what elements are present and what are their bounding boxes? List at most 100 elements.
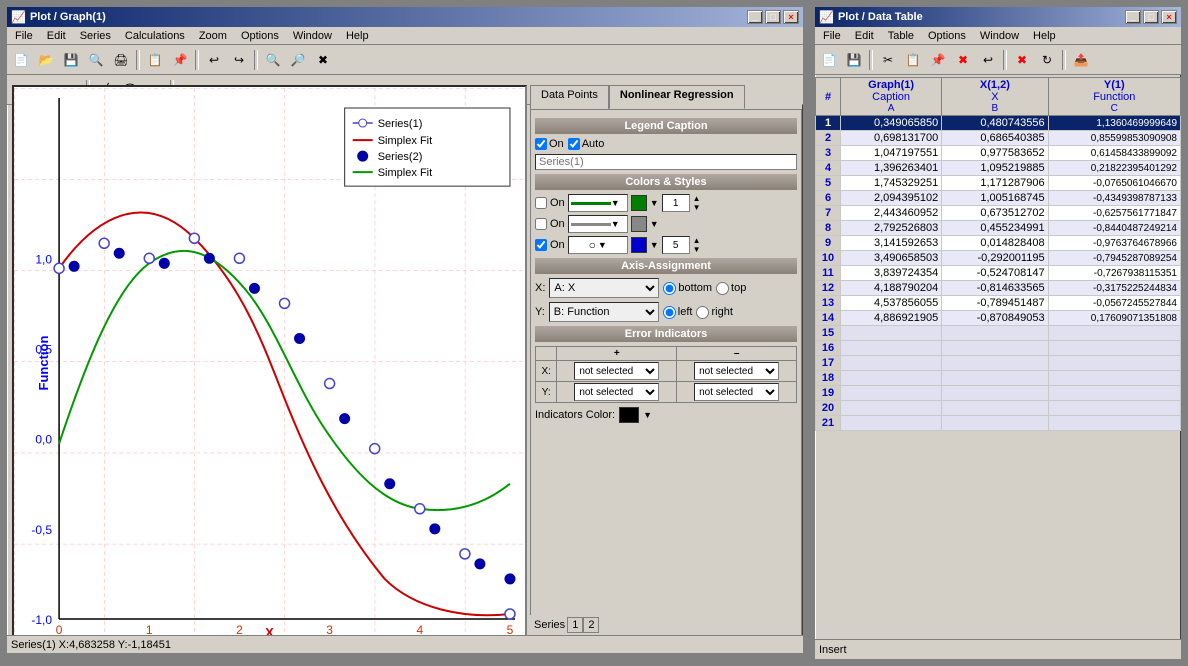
cell-c[interactable]: 0,61458433899092 bbox=[1048, 146, 1180, 161]
cell-b[interactable]: 0,686540385 bbox=[942, 131, 1048, 146]
cell-a[interactable]: 0,349065850 bbox=[841, 116, 942, 131]
cell-a[interactable]: 4,886921905 bbox=[841, 311, 942, 326]
new-button[interactable]: 📄 bbox=[9, 48, 33, 72]
open-button[interactable]: 📂 bbox=[34, 48, 58, 72]
close-button[interactable]: × bbox=[783, 10, 799, 24]
cell-c[interactable]: 0,17609071351808 bbox=[1048, 311, 1180, 326]
data-del2-btn[interactable]: ✖ bbox=[1010, 48, 1034, 72]
paste-button[interactable]: 📌 bbox=[168, 48, 192, 72]
data-menu-file[interactable]: File bbox=[817, 29, 847, 43]
zoom-out-button[interactable]: 🔎 bbox=[286, 48, 310, 72]
table-row[interactable]: 10,3490658500,4807435561,1360469999649 bbox=[816, 116, 1181, 131]
redo-button[interactable]: ↪ bbox=[227, 48, 251, 72]
cell-a[interactable]: 4,537856055 bbox=[841, 296, 942, 311]
cell-b[interactable] bbox=[942, 341, 1048, 356]
cell-c[interactable]: -0,4349398787133 bbox=[1048, 191, 1180, 206]
series-tab-1[interactable]: 1 bbox=[567, 617, 583, 633]
table-row[interactable]: 82,7925268030,455234991-0,8440487249214 bbox=[816, 221, 1181, 236]
data-scroll[interactable]: # Graph(1) Caption A X(1,2) X B Y(1) bbox=[815, 77, 1181, 639]
err-x-plus-select[interactable]: not selected bbox=[574, 362, 659, 380]
top-radio-label[interactable]: top bbox=[716, 282, 746, 295]
cell-a[interactable] bbox=[841, 401, 942, 416]
data-paste-btn[interactable]: 📌 bbox=[926, 48, 950, 72]
cell-c[interactable] bbox=[1048, 416, 1180, 431]
cell-a[interactable]: 1,047197551 bbox=[841, 146, 942, 161]
err-y-minus-select[interactable]: not selected bbox=[694, 383, 779, 401]
cell-b[interactable]: 1,095219885 bbox=[942, 161, 1048, 176]
data-new-btn[interactable]: 📄 bbox=[817, 48, 841, 72]
cell-c[interactable] bbox=[1048, 386, 1180, 401]
legend-on-checkbox-label[interactable]: On bbox=[535, 138, 564, 150]
cell-b[interactable]: -0,789451487 bbox=[942, 296, 1048, 311]
left-radio[interactable] bbox=[663, 306, 676, 319]
cell-c[interactable]: -0,3175225244834 bbox=[1048, 281, 1180, 296]
symbol-size-3[interactable] bbox=[662, 236, 690, 254]
data-cut-btn[interactable]: ✂ bbox=[876, 48, 900, 72]
data-delete-btn[interactable]: ✖ bbox=[951, 48, 975, 72]
table-row[interactable]: 21 bbox=[816, 416, 1181, 431]
cell-a[interactable]: 3,839724354 bbox=[841, 266, 942, 281]
maximize-button[interactable]: □ bbox=[765, 10, 781, 24]
cell-b[interactable] bbox=[942, 386, 1048, 401]
x-axis-select[interactable]: A: X bbox=[549, 278, 659, 298]
menu-series[interactable]: Series bbox=[74, 29, 117, 43]
cell-a[interactable] bbox=[841, 371, 942, 386]
table-row[interactable]: 20,6981317000,6865403850,85599853090908 bbox=[816, 131, 1181, 146]
table-row[interactable]: 93,1415926530,014828408-0,9763764678966 bbox=[816, 236, 1181, 251]
cell-a[interactable]: 3,141592653 bbox=[841, 236, 942, 251]
cell-b[interactable] bbox=[942, 401, 1048, 416]
cell-a[interactable]: 2,443460952 bbox=[841, 206, 942, 221]
cell-a[interactable] bbox=[841, 326, 942, 341]
cell-a[interactable]: 2,792526803 bbox=[841, 221, 942, 236]
minimize-button[interactable]: _ bbox=[747, 10, 763, 24]
cell-b[interactable]: 0,480743556 bbox=[942, 116, 1048, 131]
undo-button[interactable]: ↩ bbox=[202, 48, 226, 72]
table-row[interactable]: 134,537856055-0,789451487-0,056724552784… bbox=[816, 296, 1181, 311]
cell-b[interactable]: 0,014828408 bbox=[942, 236, 1048, 251]
menu-options[interactable]: Options bbox=[235, 29, 285, 43]
data-menu-window[interactable]: Window bbox=[974, 29, 1025, 43]
table-row[interactable]: 16 bbox=[816, 341, 1181, 356]
menu-zoom[interactable]: Zoom bbox=[193, 29, 233, 43]
cell-b[interactable]: -0,524708147 bbox=[942, 266, 1048, 281]
cell-a[interactable]: 0,698131700 bbox=[841, 131, 942, 146]
cell-b[interactable]: 0,455234991 bbox=[942, 221, 1048, 236]
cell-c[interactable]: -0,0765061046670 bbox=[1048, 176, 1180, 191]
indicator-color-arrow[interactable]: ▼ bbox=[643, 410, 652, 420]
cell-b[interactable] bbox=[942, 356, 1048, 371]
cell-a[interactable]: 4,188790204 bbox=[841, 281, 942, 296]
legend-on-checkbox[interactable] bbox=[535, 138, 547, 150]
print-button[interactable]: 🖨 bbox=[109, 48, 133, 72]
table-row[interactable]: 51,7453292511,171287906-0,0765061046670 bbox=[816, 176, 1181, 191]
cell-c[interactable] bbox=[1048, 371, 1180, 386]
menu-help[interactable]: Help bbox=[340, 29, 375, 43]
right-radio-label[interactable]: right bbox=[696, 306, 732, 319]
series-tab-2[interactable]: 2 bbox=[583, 617, 599, 633]
color-arrow-1[interactable]: ▼ bbox=[650, 198, 659, 208]
cell-b[interactable] bbox=[942, 371, 1048, 386]
menu-calculations[interactable]: Calculations bbox=[119, 29, 191, 43]
table-row[interactable]: 20 bbox=[816, 401, 1181, 416]
data-menu-options[interactable]: Options bbox=[922, 29, 972, 43]
data-menu-table[interactable]: Table bbox=[882, 29, 920, 43]
cell-c[interactable]: 0,85599853090908 bbox=[1048, 131, 1180, 146]
cell-b[interactable] bbox=[942, 416, 1048, 431]
table-row[interactable]: 72,4434609520,673512702-0,6257561771847 bbox=[816, 206, 1181, 221]
color-row-1-cb[interactable] bbox=[535, 197, 547, 209]
cell-a[interactable] bbox=[841, 386, 942, 401]
zoom-reset-button[interactable]: ✖ bbox=[311, 48, 335, 72]
legend-auto-checkbox-label[interactable]: Auto bbox=[568, 138, 605, 150]
tab-data-points[interactable]: Data Points bbox=[530, 85, 609, 109]
data-menu-edit[interactable]: Edit bbox=[849, 29, 880, 43]
color-arrow-2[interactable]: ▼ bbox=[650, 219, 659, 229]
spin-arrows-1[interactable]: ▲▼ bbox=[693, 194, 701, 212]
cell-a[interactable]: 3,490658503 bbox=[841, 251, 942, 266]
cell-c[interactable]: -0,8440487249214 bbox=[1048, 221, 1180, 236]
data-export-btn[interactable]: 📤 bbox=[1069, 48, 1093, 72]
zoom-in-button[interactable]: 🔍 bbox=[261, 48, 285, 72]
line-color-drop-1[interactable]: ▼ bbox=[568, 194, 628, 212]
table-row[interactable]: 113,839724354-0,524708147-0,726793811535… bbox=[816, 266, 1181, 281]
table-row[interactable]: 18 bbox=[816, 371, 1181, 386]
cell-b[interactable]: -0,292001195 bbox=[942, 251, 1048, 266]
table-row[interactable]: 103,490658503-0,292001195-0,794528708925… bbox=[816, 251, 1181, 266]
